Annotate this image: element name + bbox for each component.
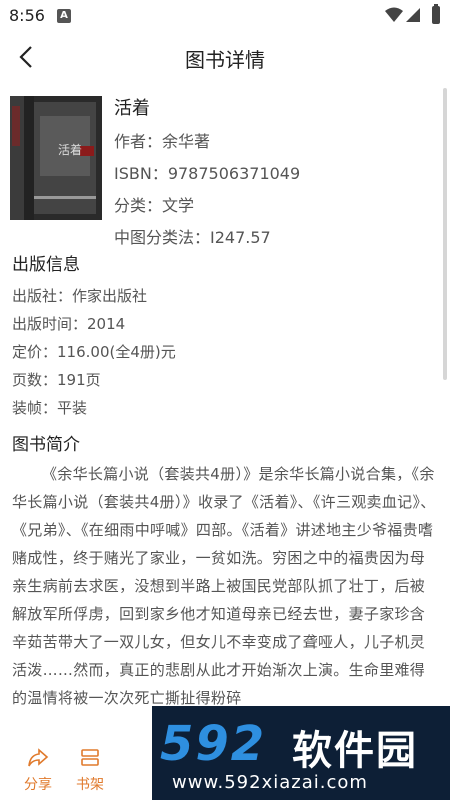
share-icon [28, 748, 49, 767]
signal-icon [406, 8, 420, 22]
book-meta: 活着 作者：余华著 ISBN：9787506371049 分类：文学 中图分类法… [114, 94, 300, 248]
price: 定价：116.00(全4册)元 [12, 343, 176, 361]
battery-icon [432, 4, 440, 24]
nav-bar: 图书详情 [0, 32, 450, 82]
intro-text: 《余华长篇小说（套装共4册）》是余华长篇小说合集，《余华长篇小说（套装共4册）》… [12, 465, 436, 707]
watermark-logo: 592 软件园 www.592xiazai.com [152, 706, 450, 800]
book-category: 分类：文学 [114, 196, 195, 215]
page-count: 页数：191页 [12, 371, 101, 389]
watermark-url: www.592xiazai.com [172, 772, 368, 793]
publish-date: 出版时间：2014 [12, 315, 126, 333]
publisher: 出版社：作家出版社 [12, 287, 148, 305]
share-label: 分享 [24, 777, 52, 793]
share-button[interactable]: 分享 [18, 748, 58, 794]
bookshelf-label: 书架 [76, 777, 104, 793]
page-title: 图书详情 [185, 48, 265, 72]
status-time: 8:56 [9, 6, 45, 25]
watermark-number: 592 [160, 716, 267, 772]
scrollbar[interactable] [443, 88, 447, 380]
status-bar: 8:56 A [0, 0, 450, 32]
book-isbn: ISBN：9787506371049 [114, 164, 301, 183]
publish-heading: 出版信息 [12, 255, 80, 275]
notification-icon: A [57, 9, 71, 23]
cover-title: 活着 [58, 142, 82, 157]
book-cover: 活着 [10, 96, 102, 220]
watermark-brand: 软件园 [292, 728, 418, 774]
bookshelf-button[interactable]: 书架 [70, 748, 110, 794]
intro-heading: 图书简介 [12, 435, 80, 455]
wifi-icon [385, 7, 403, 22]
binding: 装帧：平装 [12, 399, 88, 417]
publish-info: 出版社：作家出版社 出版时间：2014 定价：116.00(全4册)元 页数：1… [12, 282, 176, 422]
book-clc: 中图分类法：I247.57 [114, 228, 271, 247]
book-author: 作者：余华著 [114, 132, 211, 151]
bookshelf-icon [81, 749, 99, 766]
book-title: 活着 [114, 98, 150, 119]
